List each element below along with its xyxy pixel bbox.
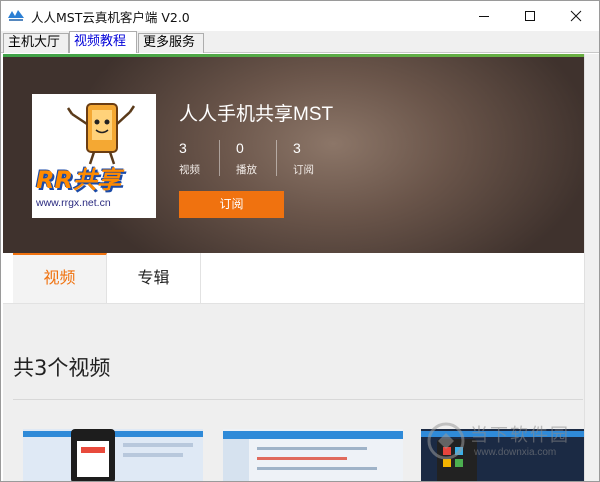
tab-host-hall[interactable]: 主机大厅 xyxy=(3,33,69,53)
app-logo-icon xyxy=(8,10,24,21)
video-thumbnail[interactable] xyxy=(23,429,203,481)
stat-subscribers-value: 3 xyxy=(293,140,301,156)
header-accent-line xyxy=(3,54,584,57)
content-area: RR共享 www.rrgx.net.cn 人人手机共享MST 3 视频 0 播放… xyxy=(3,54,584,481)
maximize-icon xyxy=(525,11,535,21)
stat-plays: 0 播放 xyxy=(236,140,292,177)
stat-videos: 3 视频 xyxy=(179,140,235,177)
thumbnail-toolbar xyxy=(223,431,403,439)
tab-videos[interactable]: 视频 xyxy=(13,253,107,303)
stat-subscribers: 3 订阅 xyxy=(293,140,349,177)
stat-plays-value: 0 xyxy=(236,140,244,156)
minimize-button[interactable] xyxy=(461,1,507,31)
channel-header: RR共享 www.rrgx.net.cn 人人手机共享MST 3 视频 0 播放… xyxy=(3,54,584,253)
video-count-title: 共3个视频 xyxy=(13,356,111,380)
tab-more-services[interactable]: 更多服务 xyxy=(138,33,204,53)
tab-albums[interactable]: 专辑 xyxy=(107,253,201,303)
thumbnail-bar xyxy=(81,447,105,453)
watermark-logo-icon xyxy=(427,422,465,460)
thumbnail-sidebar xyxy=(223,439,249,481)
video-thumbnail[interactable] xyxy=(223,429,403,481)
thumbnail-line xyxy=(257,457,347,460)
content-tab-bar: 视频 专辑 xyxy=(3,253,584,303)
maximize-button[interactable] xyxy=(507,1,553,31)
close-icon xyxy=(570,10,582,22)
logo-brand-text: RR共享 xyxy=(36,166,121,194)
watermark-brand: 当下软件园 xyxy=(470,425,570,446)
stat-videos-value: 3 xyxy=(179,140,187,156)
minimize-icon xyxy=(479,16,489,17)
thumbnail-line xyxy=(257,467,377,470)
stat-divider xyxy=(276,140,277,176)
section-divider xyxy=(13,399,583,400)
logo-url-text: www.rrgx.net.cn xyxy=(36,197,111,209)
watermark-url: www.downxia.com xyxy=(474,447,557,458)
watermark: 当下软件园 www.downxia.com xyxy=(426,419,586,467)
tab-video-tutorials[interactable]: 视频教程 xyxy=(69,31,137,53)
stat-videos-label: 视频 xyxy=(179,164,200,176)
title-bar: 人人MST云真机客户端 V2.0 xyxy=(1,1,599,31)
thumbnail-line xyxy=(123,453,183,457)
window-title: 人人MST云真机客户端 V2.0 xyxy=(31,10,190,25)
stat-divider xyxy=(219,140,220,176)
main-tab-bar: 主机大厅 视频教程 更多服务 xyxy=(1,31,599,53)
app-window: 人人MST云真机客户端 V2.0 主机大厅 视频教程 更多服务 RR共享 www… xyxy=(0,0,600,482)
subscribe-button[interactable]: 订阅 xyxy=(179,191,284,218)
stat-subscribers-label: 订阅 xyxy=(293,164,314,176)
thumbnail-line xyxy=(257,447,367,450)
close-button[interactable] xyxy=(553,1,599,31)
tab-bar-divider xyxy=(3,303,584,304)
vertical-scrollbar[interactable] xyxy=(584,54,599,481)
channel-avatar: RR共享 www.rrgx.net.cn xyxy=(32,94,156,218)
stat-plays-label: 播放 xyxy=(236,164,257,176)
thumbnail-line xyxy=(123,443,193,447)
channel-name: 人人手机共享MST xyxy=(179,104,334,125)
